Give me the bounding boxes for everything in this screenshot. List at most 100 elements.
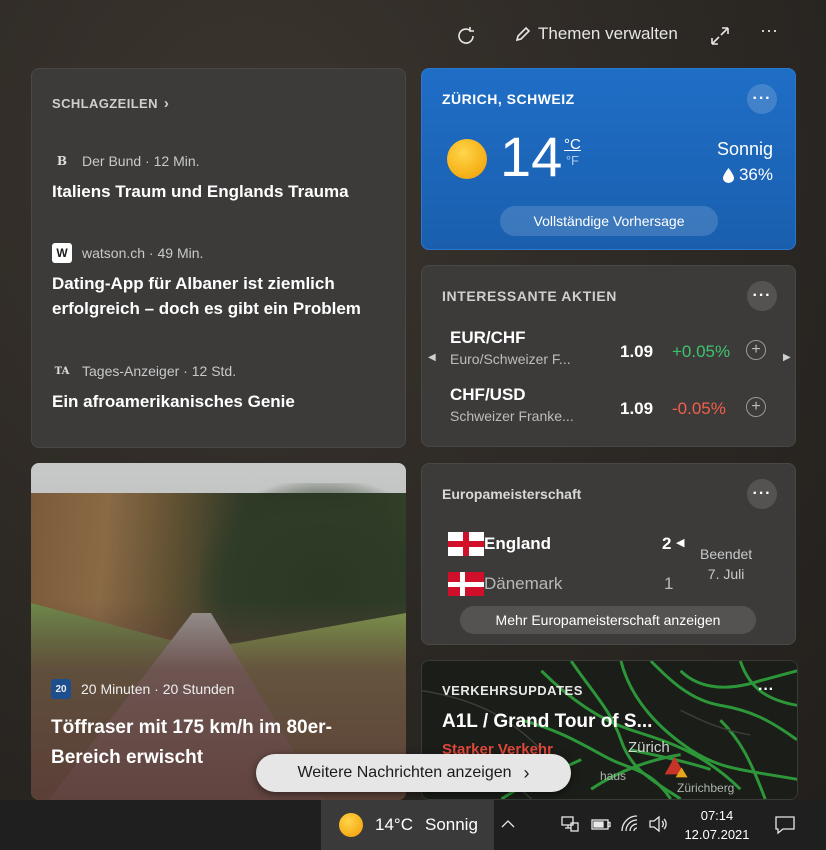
taskbar-condition: Sonnig — [424, 815, 478, 834]
headlines-header[interactable]: SCHLAGZEILEN › — [52, 95, 169, 112]
20-minuten-logo-icon: 20 — [51, 679, 71, 699]
england-flag-icon — [448, 532, 484, 556]
map-label: Zürich — [628, 739, 670, 756]
euro-more-button[interactable]: ··· — [747, 479, 777, 509]
headline-item[interactable]: W watson.ch · 49 Min. Dating-App für Alb… — [52, 243, 385, 321]
match-date: 7. Juli — [707, 566, 745, 582]
headline-title: Ein afroamerikanisches Genie — [52, 392, 295, 411]
headline-source: watson.ch — [82, 245, 146, 261]
headlines-header-label: SCHLAGZEILEN — [52, 96, 158, 111]
pencil-icon — [515, 26, 531, 42]
stock-row[interactable]: EUR/CHF Euro/Schweizer F... 1.09 +0.05% … — [450, 328, 766, 374]
notification-icon — [775, 816, 795, 835]
stocks-card: INTERESSANTE AKTIEN ··· ◀ ▶ EUR/CHF Euro… — [421, 265, 796, 447]
manage-topics-button[interactable]: Themen verwalten — [514, 24, 694, 44]
headline-source: Tages-Anzeiger — [82, 363, 180, 379]
chevron-up-icon — [501, 820, 515, 828]
team-score: 2 — [662, 534, 672, 553]
sun-icon — [339, 813, 363, 837]
headline-item[interactable]: TA Tages-Anzeiger · 12 Std. Ein afroamer… — [52, 361, 385, 414]
traffic-header: VERKEHRSUPDATES — [442, 683, 583, 698]
manage-topics-label: Themen verwalten — [538, 24, 678, 43]
stocks-more-button[interactable]: ··· — [747, 281, 777, 311]
clock-date: 12.07.2021 — [684, 827, 750, 842]
headline-time: 49 Min. — [157, 245, 204, 261]
denmark-flag-icon — [448, 572, 484, 596]
team-row[interactable]: Dänemark — [448, 572, 562, 596]
map-label: haus — [600, 769, 627, 783]
news-source-name: 20 Minuten — [81, 681, 151, 697]
volume-icon — [649, 815, 667, 833]
team-name: England — [484, 534, 552, 553]
battery-icon — [591, 819, 611, 830]
headline-item[interactable]: B Der Bund · 12 Min. Italiens Traum und … — [52, 151, 385, 204]
droplet-icon — [722, 167, 734, 183]
full-forecast-button[interactable]: Vollständige Vorhersage — [500, 206, 718, 236]
clock-time: 07:14 — [700, 808, 734, 823]
team-row[interactable]: England — [448, 532, 551, 556]
weather-card[interactable]: ZÜRICH, SCHWEIZ ··· 14 °C °F Sonnig 36% … — [421, 68, 796, 250]
headline-title: Dating-App für Albaner ist ziemlich erfo… — [52, 274, 361, 318]
headline-source: Der Bund — [82, 153, 142, 169]
headline-time: 12 Min. — [153, 153, 200, 169]
stock-change: +0.05% — [672, 342, 731, 361]
refresh-icon — [458, 27, 474, 44]
weather-location: ZÜRICH, SCHWEIZ — [442, 91, 575, 107]
network-button[interactable] — [560, 814, 580, 839]
taskbar-weather-button[interactable]: 14°C Sonnig — [321, 800, 494, 850]
unit-celsius[interactable]: °C — [564, 137, 581, 153]
more-options-button[interactable]: ··· — [760, 20, 790, 41]
stock-price: 1.09 — [620, 399, 654, 418]
more-news-label: Weitere Nachrichten anzeigen — [297, 764, 512, 781]
euro-championship-card: Europameisterschaft ··· England 2 ◀ Däne… — [421, 463, 796, 645]
headline-title: Italiens Traum und Englands Trauma — [52, 182, 349, 201]
more-icon: ··· — [760, 20, 778, 40]
headlines-card: SCHLAGZEILEN › B Der Bund · 12 Min. Ital… — [31, 68, 406, 448]
previous-arrow-icon[interactable]: ◀ — [428, 352, 436, 363]
show-hidden-icons-button[interactable] — [500, 816, 516, 837]
taskbar: 14°C Sonnig 07:14 12.07.2021 — [0, 800, 826, 850]
der-bund-logo-icon: B — [52, 151, 72, 171]
more-news-button[interactable]: Weitere Nachrichten anzeigen › — [256, 754, 571, 792]
chevron-right-icon: › — [163, 95, 170, 112]
winner-indicator-icon: ◀ — [676, 537, 685, 549]
unit-fahrenheit[interactable]: °F — [564, 153, 581, 169]
headline-time: 12 Std. — [191, 363, 237, 379]
add-stock-icon[interactable]: + — [746, 397, 766, 417]
traffic-more-button[interactable]: ··· — [758, 681, 774, 699]
match-status: Beendet 7. Juli — [700, 544, 752, 584]
notifications-button[interactable] — [774, 814, 796, 841]
stock-change: -0.05% — [672, 399, 726, 418]
network-icon — [561, 816, 579, 832]
add-stock-icon[interactable]: + — [746, 340, 766, 360]
more-euro-button[interactable]: Mehr Europameisterschaft anzeigen — [460, 606, 756, 634]
news-photo-card[interactable]: 20 20 Minuten · 20 Stunden Töffraser mit… — [31, 463, 406, 800]
watson-logo-icon: W — [52, 243, 72, 263]
refresh-button[interactable] — [454, 24, 478, 48]
taskbar-clock[interactable]: 07:14 12.07.2021 — [670, 806, 764, 844]
stock-price: 1.09 — [620, 342, 654, 361]
news-time: 20 Stunden — [162, 681, 235, 697]
battery-button[interactable] — [590, 814, 612, 839]
news-source: 20 20 Minuten · 20 Stunden — [51, 679, 234, 699]
wifi-button[interactable] — [620, 814, 640, 839]
stocks-header: INTERESSANTE AKTIEN — [442, 288, 618, 304]
team-score: 1 — [664, 574, 674, 593]
next-arrow-icon[interactable]: ▶ — [783, 352, 791, 363]
map-label: Zürichberg — [677, 781, 735, 795]
tages-anzeiger-logo-icon: TA — [52, 361, 72, 381]
volume-button[interactable] — [647, 814, 669, 839]
expand-button[interactable] — [708, 24, 732, 48]
traffic-route: A1L / Grand Tour of S... — [442, 711, 653, 732]
weather-more-button[interactable]: ··· — [747, 84, 777, 114]
taskbar-temperature: 14°C — [375, 815, 413, 834]
stock-row[interactable]: CHF/USD Schweizer Franke... 1.09 -0.05% … — [450, 385, 766, 431]
euro-header: Europameisterschaft — [442, 486, 582, 502]
wifi-icon — [621, 815, 638, 832]
match-status-text: Beendet — [700, 546, 753, 562]
weather-temperature: 14 — [500, 125, 563, 188]
unit-toggle[interactable]: °C °F — [564, 137, 581, 169]
weather-condition: Sonnig — [716, 139, 773, 159]
expand-icon — [711, 27, 729, 45]
team-name: Dänemark — [484, 574, 563, 593]
